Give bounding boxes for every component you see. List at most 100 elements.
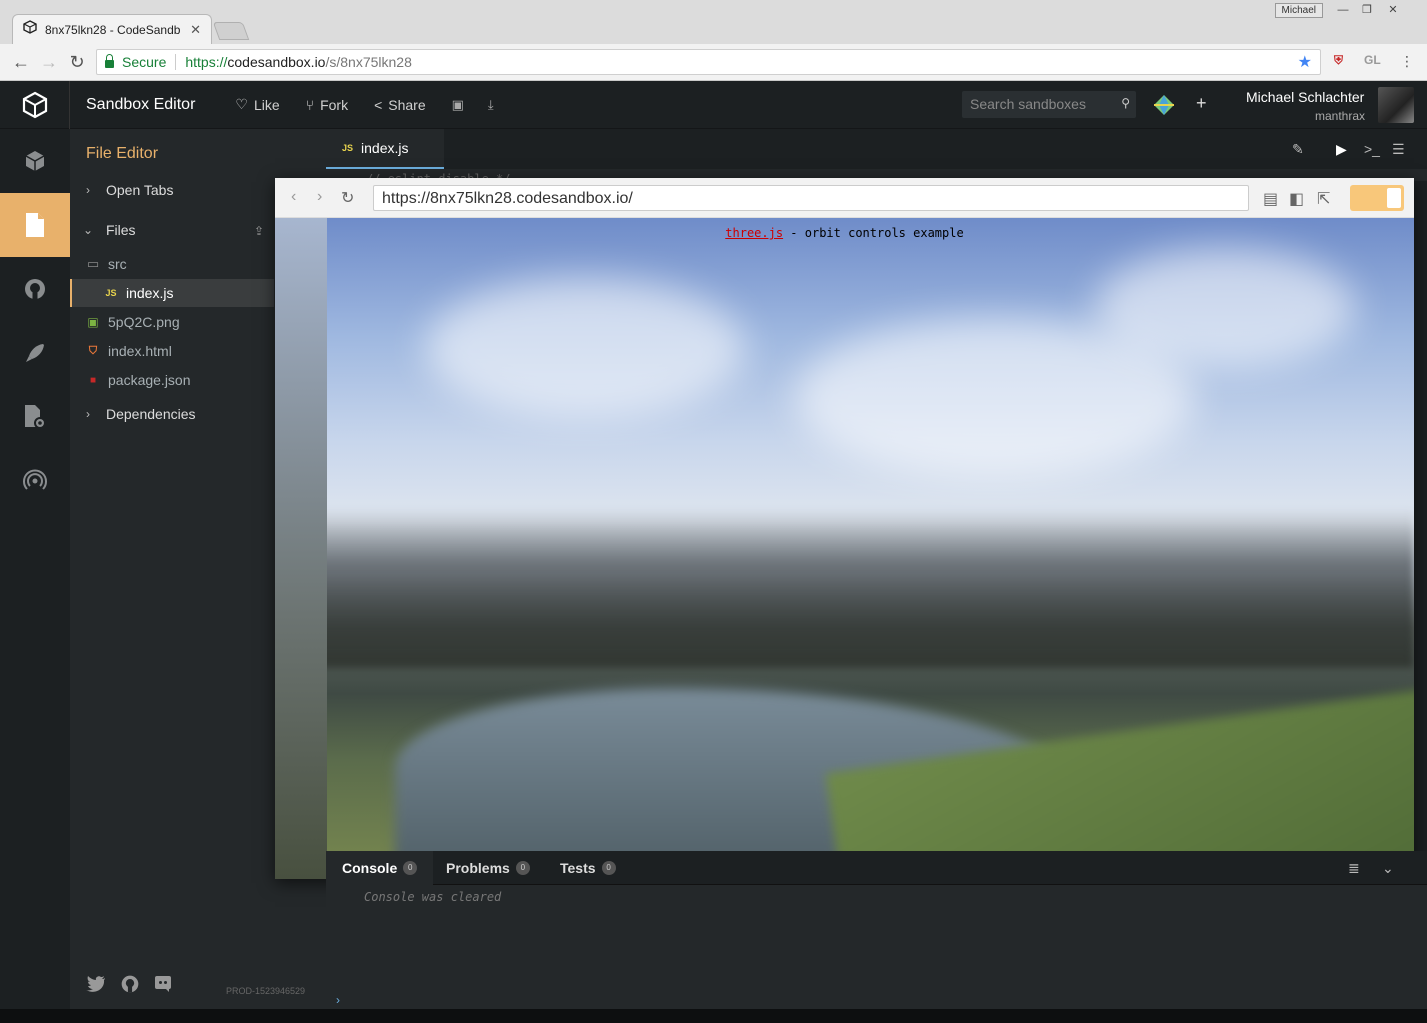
- user-handle: manthrax: [1314, 109, 1365, 123]
- scene-title: three.js - orbit controls example: [725, 226, 964, 240]
- layout-vertical-icon[interactable]: ◧: [1289, 189, 1304, 209]
- discord-icon[interactable]: [154, 975, 172, 998]
- file-item-index-js[interactable]: JS index.js: [70, 279, 274, 307]
- npm-file-icon: ■: [89, 374, 97, 386]
- reload-icon[interactable]: ↻: [66, 52, 88, 74]
- tests-count-badge: 0: [601, 861, 616, 875]
- threejs-link[interactable]: three.js: [725, 226, 783, 240]
- share-button[interactable]: < Share: [374, 97, 426, 113]
- new-tab-button[interactable]: [212, 22, 250, 40]
- preview-forward-icon[interactable]: ›: [317, 188, 322, 206]
- html-file-icon: ⛉: [88, 344, 98, 357]
- clear-console-icon[interactable]: ≣: [1348, 860, 1360, 877]
- codesandbox-favicon-icon: [23, 20, 37, 39]
- address-bar[interactable]: Secure https:// codesandbox.io /s/8nx75l…: [96, 49, 1321, 75]
- search-input[interactable]: Search sandboxes ⚲: [962, 91, 1136, 118]
- app-header: Sandbox Editor ♡ Like ⑂ Fork < Share ▣ ⤓…: [0, 80, 1427, 129]
- heart-icon: ♡: [235, 96, 248, 112]
- gl-extension-icon[interactable]: GL: [1364, 53, 1381, 67]
- open-tabs-section[interactable]: › Open Tabs: [70, 176, 274, 204]
- terminal-icon[interactable]: >_: [1364, 141, 1380, 157]
- activity-rail: [0, 129, 70, 1009]
- upload-icon[interactable]: ⇪: [254, 224, 264, 238]
- js-file-icon: JS: [342, 143, 354, 153]
- tab-index-js[interactable]: JS index.js: [326, 129, 444, 169]
- twitter-icon[interactable]: [86, 976, 106, 997]
- file-item-index-html[interactable]: ⛉ index.html: [70, 337, 274, 365]
- back-arrow-icon[interactable]: ←: [10, 52, 32, 74]
- file-item-src[interactable]: ▭ src: [70, 250, 274, 278]
- deploy-rocket-icon[interactable]: [0, 321, 70, 385]
- preview-back-icon[interactable]: ‹: [291, 188, 296, 206]
- save-icon[interactable]: ▣: [452, 97, 464, 113]
- browser-preview-icon[interactable]: ▶: [1336, 141, 1347, 158]
- js-file-icon: JS: [105, 288, 117, 298]
- dependencies-section[interactable]: › Dependencies: [70, 400, 274, 428]
- file-editor-icon[interactable]: [0, 193, 70, 257]
- maximize-icon[interactable]: ❐: [1355, 2, 1379, 18]
- tab-title: 8nx75lkn28 - CodeSandb: [45, 22, 181, 37]
- fork-icon: ⑂: [305, 96, 315, 113]
- config-files-icon[interactable]: [0, 385, 70, 449]
- problems-count-badge: 0: [515, 861, 530, 875]
- chevron-right-icon: ›: [86, 183, 90, 197]
- fork-button[interactable]: ⑂ Fork: [306, 97, 348, 113]
- file-item-package-json[interactable]: ■ package.json: [70, 366, 274, 394]
- collapse-chevron-down-icon[interactable]: ⌄: [1382, 860, 1394, 877]
- browser-titlebar: 8nx75lkn28 - CodeSandb ✕ Michael — ❐ ✕: [0, 0, 1427, 44]
- user-name: Michael Schlachter: [1246, 89, 1365, 105]
- secure-label: Secure: [122, 54, 167, 70]
- editor-tab-bar: JS index.js ✎ ▶ >_ ☰: [326, 129, 1427, 169]
- browser-menu-icon[interactable]: ⋮: [1400, 53, 1414, 70]
- preview-url-input[interactable]: https://8nx75lkn28.codesandbox.io/: [373, 185, 1249, 211]
- preview-left-strip: [275, 218, 327, 879]
- files-section[interactable]: ⌄ Files: [70, 216, 274, 244]
- avatar[interactable]: [1378, 87, 1414, 123]
- prettify-brush-icon[interactable]: ✎: [1292, 141, 1304, 158]
- chevron-right-icon: ›: [86, 407, 90, 421]
- console-message: Console was cleared: [364, 890, 502, 904]
- browser-tab[interactable]: 8nx75lkn28 - CodeSandb ✕: [12, 14, 212, 44]
- bookmark-star-icon[interactable]: ★: [1298, 52, 1312, 72]
- profile-chip[interactable]: Michael: [1274, 3, 1323, 18]
- live-broadcast-icon[interactable]: [0, 449, 70, 513]
- minimize-icon[interactable]: —: [1331, 2, 1355, 18]
- preview-toolbar: ‹ › ↻ https://8nx75lkn28.codesandbox.io/…: [275, 178, 1414, 218]
- console-prompt-icon[interactable]: ›: [336, 993, 340, 1007]
- layout-horizontal-icon[interactable]: ▤: [1263, 189, 1278, 209]
- folder-icon: ▭: [86, 256, 100, 271]
- new-sandbox-plus-icon[interactable]: +: [1196, 93, 1207, 114]
- like-button[interactable]: ♡ Like: [235, 96, 279, 113]
- tab-close-icon[interactable]: ✕: [190, 22, 201, 38]
- search-icon[interactable]: ⚲: [1121, 96, 1130, 110]
- sidebar-footer: [86, 974, 172, 999]
- download-icon[interactable]: ⤓: [488, 97, 494, 113]
- preview-pane: ‹ › ↻ https://8nx75lkn28.codesandbox.io/…: [275, 178, 1414, 879]
- tab-tests[interactable]: Tests 0: [544, 851, 632, 885]
- open-external-icon[interactable]: ⇱: [1317, 189, 1330, 209]
- ublock-extension-icon[interactable]: ⛨: [1334, 53, 1343, 68]
- close-window-icon[interactable]: ✕: [1381, 2, 1405, 18]
- github-footer-icon[interactable]: [120, 974, 140, 999]
- console-tab-bar: Console 0 Problems 0 Tests 0 ≣ ⌄: [326, 851, 1427, 885]
- preview-toggle[interactable]: [1350, 185, 1404, 211]
- tab-console[interactable]: Console 0: [326, 851, 434, 885]
- preview-reload-icon[interactable]: ↻: [341, 188, 354, 208]
- patron-gem-icon[interactable]: [1152, 93, 1176, 117]
- browser-toolbar: ← → ↻ Secure https:// codesandbox.io /s/…: [0, 44, 1427, 81]
- lock-icon: [105, 54, 114, 68]
- forward-arrow-icon[interactable]: →: [38, 52, 60, 74]
- console-output[interactable]: Console was cleared ›: [326, 885, 1427, 1009]
- url-host: codesandbox.io: [227, 54, 326, 70]
- project-info-icon[interactable]: [0, 129, 70, 193]
- url-path: /s/8nx75lkn28: [325, 54, 412, 70]
- codesandbox-logo-icon[interactable]: [0, 80, 70, 129]
- sidebar-title: File Editor: [86, 145, 159, 162]
- build-id: PROD-1523946529: [226, 986, 306, 996]
- split-view-icon[interactable]: ☰: [1392, 141, 1405, 158]
- github-icon[interactable]: [0, 257, 70, 321]
- threejs-scene-canvas[interactable]: three.js - orbit controls example: [275, 218, 1414, 879]
- tab-problems[interactable]: Problems 0: [430, 851, 546, 885]
- url-scheme: https://: [185, 54, 228, 70]
- file-item-png[interactable]: ▣ 5pQ2C.png: [70, 308, 274, 336]
